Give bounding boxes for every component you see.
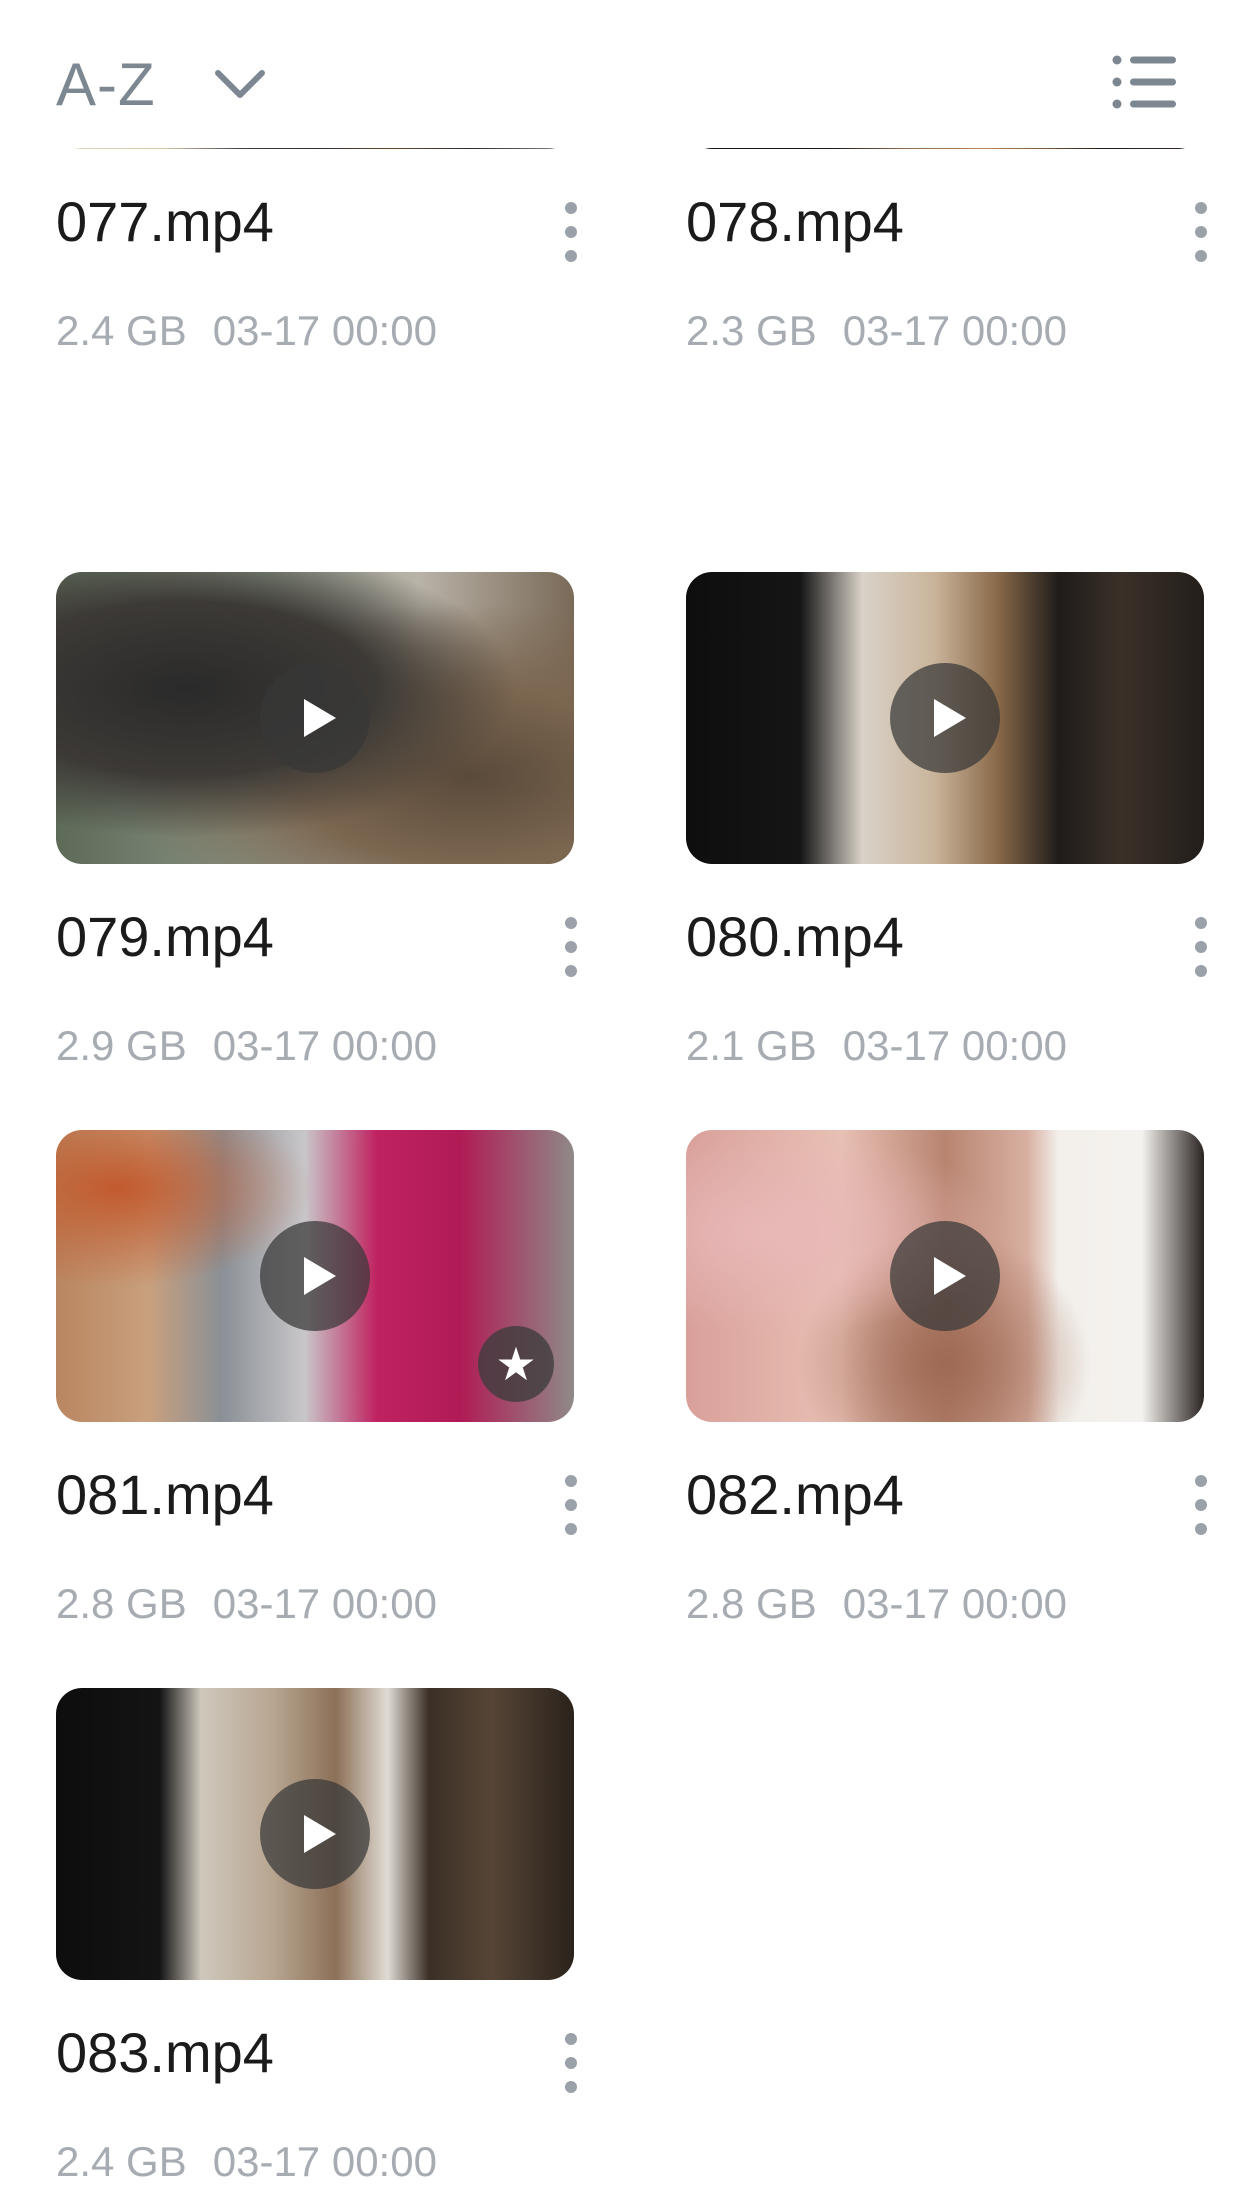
file-size: 2.4 GB <box>56 307 187 354</box>
video-grid: 077.mp4 2.4 GB 03-17 00:00 078.mp4 2.3 GB… <box>0 0 1260 2189</box>
file-size: 2.1 GB <box>686 1022 817 1069</box>
file-meta: 2.4 GB 03-17 00:00 <box>56 2138 437 2186</box>
file-size: 2.9 GB <box>56 1022 187 1069</box>
top-bar: A-Z <box>0 0 1260 148</box>
sort-order-button[interactable]: A-Z <box>56 50 266 118</box>
play-icon[interactable] <box>260 1221 370 1331</box>
more-options-button[interactable] <box>556 2028 586 2098</box>
video-thumbnail[interactable] <box>56 572 574 864</box>
more-options-button[interactable] <box>1186 197 1216 267</box>
file-size: 2.3 GB <box>686 307 817 354</box>
more-options-button[interactable] <box>556 1470 586 1540</box>
video-card[interactable]: 082.mp4 2.8 GB 03-17 00:00 <box>686 1130 1207 1630</box>
video-card[interactable]: 079.mp4 2.9 GB 03-17 00:00 <box>56 572 577 1072</box>
video-thumbnail[interactable] <box>686 572 1204 864</box>
star-icon: ★ <box>478 1326 554 1402</box>
video-thumbnail[interactable] <box>686 1130 1204 1422</box>
list-menu-icon[interactable] <box>1112 54 1178 110</box>
file-date: 03-17 00:00 <box>212 1022 437 1069</box>
chevron-down-icon <box>214 70 265 98</box>
file-size: 2.4 GB <box>56 2138 187 2185</box>
play-icon[interactable] <box>890 663 1000 773</box>
file-meta: 2.4 GB 03-17 00:00 <box>56 307 437 355</box>
more-options-button[interactable] <box>1186 912 1216 982</box>
sort-label: A-Z <box>56 50 156 118</box>
file-meta: 2.1 GB 03-17 00:00 <box>686 1022 1067 1070</box>
video-card[interactable]: ★ 081.mp4 2.8 GB 03-17 00:00 <box>56 1130 577 1630</box>
file-date: 03-17 00:00 <box>842 307 1067 354</box>
file-date: 03-17 00:00 <box>842 1022 1067 1069</box>
video-thumbnail[interactable] <box>56 1688 574 1980</box>
file-name: 079.mp4 <box>56 905 274 968</box>
file-name: 078.mp4 <box>686 190 904 253</box>
video-card[interactable]: 080.mp4 2.1 GB 03-17 00:00 <box>686 572 1207 1072</box>
file-meta: 2.8 GB 03-17 00:00 <box>56 1580 437 1628</box>
file-date: 03-17 00:00 <box>212 2138 437 2185</box>
play-icon[interactable] <box>890 1221 1000 1331</box>
more-options-button[interactable] <box>1186 1470 1216 1540</box>
file-date: 03-17 00:00 <box>212 307 437 354</box>
play-icon[interactable] <box>260 1779 370 1889</box>
file-name: 082.mp4 <box>686 1463 904 1526</box>
file-name: 077.mp4 <box>56 190 274 253</box>
file-name: 080.mp4 <box>686 905 904 968</box>
file-date: 03-17 00:00 <box>842 1580 1067 1627</box>
file-meta: 2.8 GB 03-17 00:00 <box>686 1580 1067 1628</box>
file-size: 2.8 GB <box>56 1580 187 1627</box>
play-icon[interactable] <box>260 663 370 773</box>
file-meta: 2.9 GB 03-17 00:00 <box>56 1022 437 1070</box>
file-name: 081.mp4 <box>56 1463 274 1526</box>
file-date: 03-17 00:00 <box>212 1580 437 1627</box>
file-name: 083.mp4 <box>56 2021 274 2084</box>
more-options-button[interactable] <box>556 912 586 982</box>
file-size: 2.8 GB <box>686 1580 817 1627</box>
video-thumbnail[interactable]: ★ <box>56 1130 574 1422</box>
video-card[interactable]: 083.mp4 2.4 GB 03-17 00:00 <box>56 1688 577 2188</box>
more-options-button[interactable] <box>556 197 586 267</box>
file-meta: 2.3 GB 03-17 00:00 <box>686 307 1067 355</box>
